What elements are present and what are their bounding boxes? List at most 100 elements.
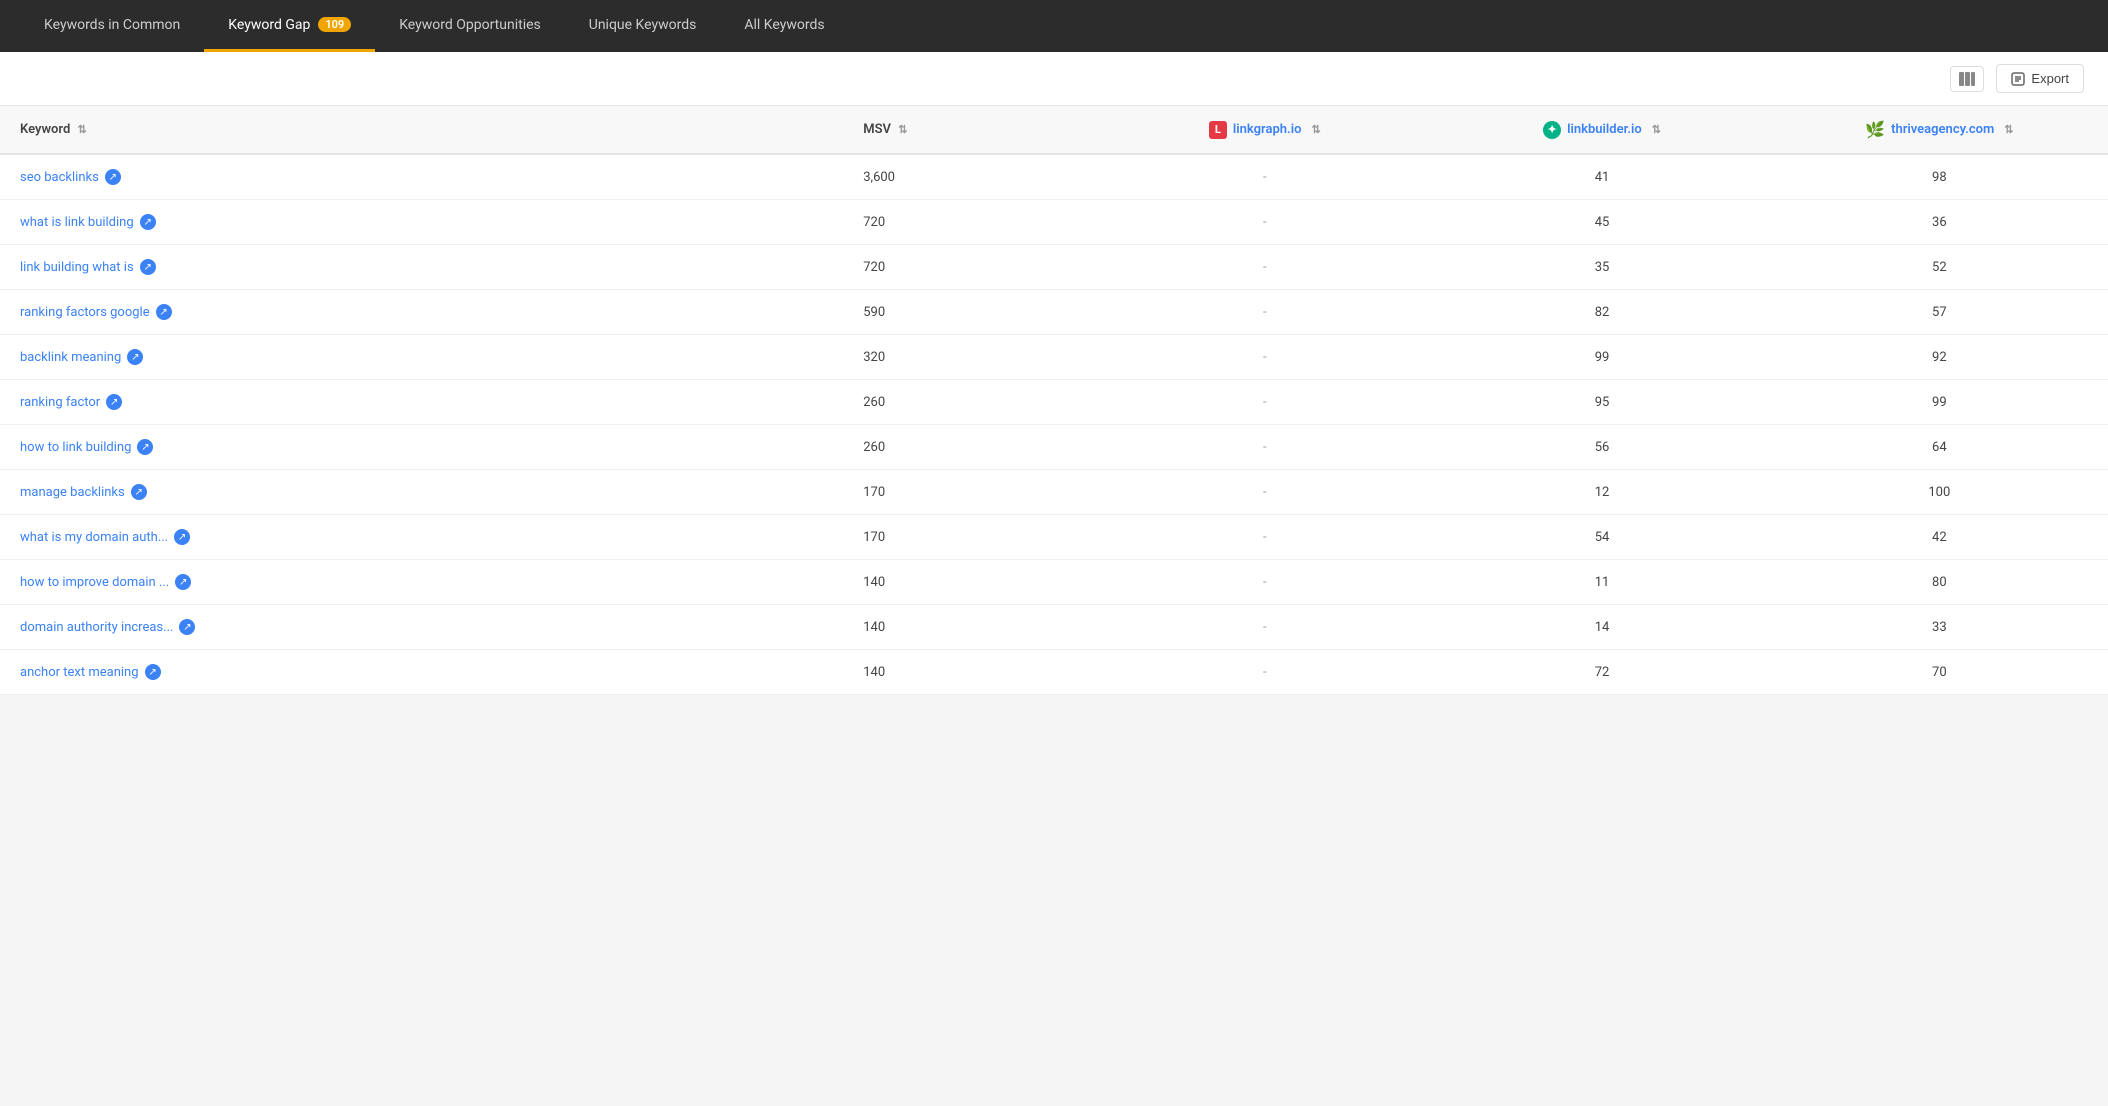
- top-nav: Keywords in Common Keyword Gap 109 Keywo…: [0, 0, 2108, 52]
- col-header-msv[interactable]: MSV ⇅: [843, 106, 1096, 154]
- table-row: manage backlinks ↗ 170-12100: [0, 470, 2108, 515]
- keyword-link[interactable]: seo backlinks ↗: [20, 169, 823, 185]
- cell-msv: 140: [843, 650, 1096, 695]
- linkbuilder-sort-icon: ⇅: [1652, 123, 1661, 136]
- table-row: how to improve domain ... ↗ 140-1180: [0, 560, 2108, 605]
- thrive-favicon: 🌿: [1865, 120, 1885, 139]
- external-link-icon: ↗: [156, 304, 172, 320]
- cell-linkgraph: -: [1096, 200, 1433, 245]
- thrive-sort-icon: ⇅: [2004, 123, 2013, 136]
- cell-linkbuilder: 35: [1433, 245, 1770, 290]
- cell-thrive: 70: [1771, 650, 2108, 695]
- table-row: how to link building ↗ 260-5664: [0, 425, 2108, 470]
- keyword-link[interactable]: domain authority increas... ↗: [20, 619, 823, 635]
- linkbuilder-favicon: ✦: [1543, 121, 1561, 139]
- external-link-icon: ↗: [175, 574, 191, 590]
- cell-linkbuilder: 12: [1433, 470, 1770, 515]
- cell-msv: 170: [843, 470, 1096, 515]
- table-row: backlink meaning ↗ 320-9992: [0, 335, 2108, 380]
- keyword-sort-icon: ⇅: [78, 123, 87, 136]
- table-row: ranking factor ↗ 260-9599: [0, 380, 2108, 425]
- export-button[interactable]: Export: [1996, 64, 2084, 93]
- cell-linkgraph: -: [1096, 560, 1433, 605]
- keyword-link[interactable]: what is link building ↗: [20, 214, 823, 230]
- keyword-table-container: Keyword ⇅ MSV ⇅ L linkgraph.io ⇅ ✦: [0, 106, 2108, 695]
- table-row: seo backlinks ↗ 3,600-4198: [0, 154, 2108, 200]
- table-row: link building what is ↗ 720-3552: [0, 245, 2108, 290]
- keyword-table: Keyword ⇅ MSV ⇅ L linkgraph.io ⇅ ✦: [0, 106, 2108, 695]
- keyword-link[interactable]: how to link building ↗: [20, 439, 823, 455]
- cell-thrive: 52: [1771, 245, 2108, 290]
- cell-linkgraph: -: [1096, 425, 1433, 470]
- cell-thrive: 80: [1771, 560, 2108, 605]
- external-link-icon: ↗: [127, 349, 143, 365]
- msv-sort-icon: ⇅: [898, 123, 907, 136]
- cell-thrive: 92: [1771, 335, 2108, 380]
- col-header-linkbuilder[interactable]: ✦ linkbuilder.io ⇅: [1433, 106, 1770, 154]
- cell-linkbuilder: 72: [1433, 650, 1770, 695]
- cell-linkbuilder: 99: [1433, 335, 1770, 380]
- cell-msv: 3,600: [843, 154, 1096, 200]
- cell-linkbuilder: 82: [1433, 290, 1770, 335]
- columns-icon: [1959, 72, 1975, 86]
- cell-thrive: 100: [1771, 470, 2108, 515]
- table-row: what is my domain auth... ↗ 170-5442: [0, 515, 2108, 560]
- keyword-link[interactable]: link building what is ↗: [20, 259, 823, 275]
- table-row: what is link building ↗ 720-4536: [0, 200, 2108, 245]
- keyword-link[interactable]: ranking factors google ↗: [20, 304, 823, 320]
- cell-linkgraph: -: [1096, 335, 1433, 380]
- toolbar: Export: [0, 52, 2108, 106]
- col-header-thrive[interactable]: 🌿 thriveagency.com ⇅: [1771, 106, 2108, 154]
- cell-thrive: 99: [1771, 380, 2108, 425]
- cell-linkgraph: -: [1096, 650, 1433, 695]
- tab-keyword-gap[interactable]: Keyword Gap 109: [204, 0, 375, 52]
- cell-linkgraph: -: [1096, 245, 1433, 290]
- cell-msv: 260: [843, 380, 1096, 425]
- external-link-icon: ↗: [174, 529, 190, 545]
- cell-msv: 170: [843, 515, 1096, 560]
- external-link-icon: ↗: [145, 664, 161, 680]
- cell-linkgraph: -: [1096, 470, 1433, 515]
- cell-linkgraph: -: [1096, 380, 1433, 425]
- cell-thrive: 57: [1771, 290, 2108, 335]
- external-link-icon: ↗: [106, 394, 122, 410]
- table-row: domain authority increas... ↗ 140-1433: [0, 605, 2108, 650]
- cell-msv: 590: [843, 290, 1096, 335]
- tab-all-keywords[interactable]: All Keywords: [720, 0, 848, 52]
- cell-msv: 140: [843, 605, 1096, 650]
- keyword-link[interactable]: anchor text meaning ↗: [20, 664, 823, 680]
- table-header-row: Keyword ⇅ MSV ⇅ L linkgraph.io ⇅ ✦: [0, 106, 2108, 154]
- export-icon: [2011, 72, 2025, 86]
- columns-toggle-button[interactable]: [1950, 66, 1984, 92]
- cell-linkbuilder: 95: [1433, 380, 1770, 425]
- cell-linkbuilder: 11: [1433, 560, 1770, 605]
- tab-unique-keywords[interactable]: Unique Keywords: [565, 0, 721, 52]
- cell-linkbuilder: 14: [1433, 605, 1770, 650]
- tab-keywords-in-common[interactable]: Keywords in Common: [20, 0, 204, 52]
- external-link-icon: ↗: [131, 484, 147, 500]
- cell-linkbuilder: 45: [1433, 200, 1770, 245]
- keyword-link[interactable]: how to improve domain ... ↗: [20, 574, 823, 590]
- cell-linkgraph: -: [1096, 515, 1433, 560]
- linkgraph-favicon: L: [1209, 121, 1227, 139]
- cell-linkgraph: -: [1096, 290, 1433, 335]
- col-header-linkgraph[interactable]: L linkgraph.io ⇅: [1096, 106, 1433, 154]
- keyword-link[interactable]: what is my domain auth... ↗: [20, 529, 823, 545]
- external-link-icon: ↗: [105, 169, 121, 185]
- keyword-gap-badge: 109: [318, 17, 351, 32]
- cell-msv: 720: [843, 245, 1096, 290]
- keyword-link[interactable]: backlink meaning ↗: [20, 349, 823, 365]
- cell-linkbuilder: 54: [1433, 515, 1770, 560]
- tab-keyword-opportunities[interactable]: Keyword Opportunities: [375, 0, 565, 52]
- cell-thrive: 33: [1771, 605, 2108, 650]
- cell-msv: 320: [843, 335, 1096, 380]
- external-link-icon: ↗: [179, 619, 195, 635]
- table-row: anchor text meaning ↗ 140-7270: [0, 650, 2108, 695]
- cell-msv: 720: [843, 200, 1096, 245]
- keyword-link[interactable]: manage backlinks ↗: [20, 484, 823, 500]
- linkgraph-sort-icon: ⇅: [1311, 123, 1320, 136]
- cell-thrive: 36: [1771, 200, 2108, 245]
- col-header-keyword[interactable]: Keyword ⇅: [0, 106, 843, 154]
- keyword-link[interactable]: ranking factor ↗: [20, 394, 823, 410]
- external-link-icon: ↗: [137, 439, 153, 455]
